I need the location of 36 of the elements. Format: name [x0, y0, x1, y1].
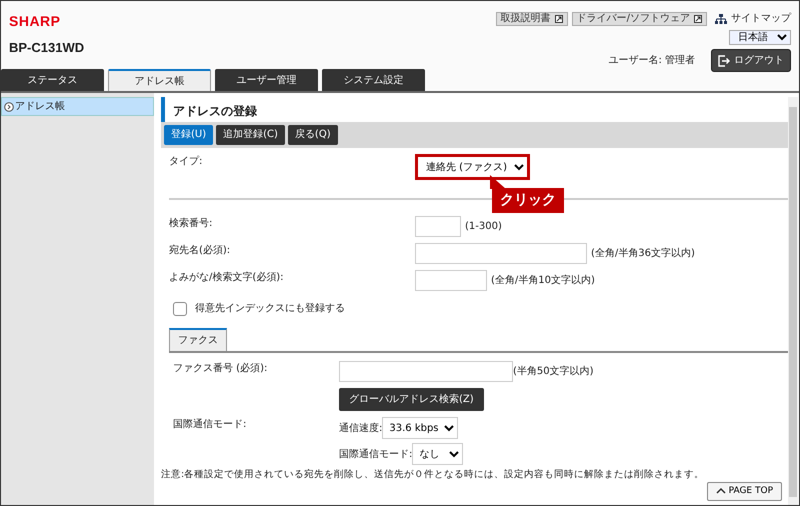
field-label: 検索番号:: [169, 216, 214, 231]
field-label: タイプ:: [169, 154, 204, 169]
nav-tab[interactable]: システム設定: [322, 69, 425, 91]
page-top-button[interactable]: PAGE TOP: [706, 482, 782, 501]
toolbar-button[interactable]: 戻る(Q): [288, 125, 338, 145]
field-hint: (全角/半角10文字以内): [491, 274, 595, 288]
nav-tab[interactable]: ユーザー管理: [215, 69, 318, 91]
user-name: ユーザー名: 管理者: [608, 54, 695, 68]
mode-select[interactable]: なし: [412, 443, 464, 465]
field-label: 通信速度:: [339, 422, 382, 436]
note-text: 注意:各種設定で使用されている宛先を削除し、送信先が０件となる時には、設定内容も同時に解除または削除されます。: [161, 468, 706, 482]
field-label: 国際通信モード:: [173, 418, 248, 432]
logo: SHARP: [9, 12, 62, 31]
field-label: 国際通信モード:: [339, 448, 412, 462]
field-hint: (全角/半角36文字以内): [591, 246, 695, 261]
checkbox-label: 得意先インデックスにも登録する: [195, 302, 345, 316]
toolbar-button[interactable]: 追加登録(C): [216, 125, 285, 145]
sitemap-link[interactable]: サイトマップ: [715, 11, 791, 26]
language-select[interactable]: 日本語: [729, 30, 791, 45]
manual-link[interactable]: ドライバー/ソフトウェア: [572, 12, 707, 26]
manual-link[interactable]: 取扱説明書: [496, 12, 568, 26]
global-search-button[interactable]: グローバルアドレス検索(Z): [339, 388, 484, 411]
speed-select[interactable]: 33.6 kbps: [382, 417, 458, 439]
nav-tab[interactable]: ステータス: [1, 69, 104, 91]
nav-tab[interactable]: アドレス帳: [108, 69, 211, 91]
field-label: ファクス番号 (必須):: [173, 362, 268, 376]
toolbar-button[interactable]: 登録(U): [164, 125, 214, 145]
logout-button[interactable]: ログアウト: [711, 49, 791, 72]
sidebar-item[interactable]: アドレス帳: [1, 97, 154, 116]
field-hint: (1-300): [465, 220, 502, 234]
section-tab[interactable]: ファクス: [169, 328, 227, 351]
type-select[interactable]: 連絡先 (ファクス): [415, 154, 530, 180]
field-label: 宛先名(必須):: [169, 244, 232, 258]
model-name: BP-C131WD: [9, 39, 84, 57]
field-label: よみがな/検索文字(必須):: [169, 270, 285, 285]
field-hint: (半角50文字以内): [513, 364, 594, 379]
